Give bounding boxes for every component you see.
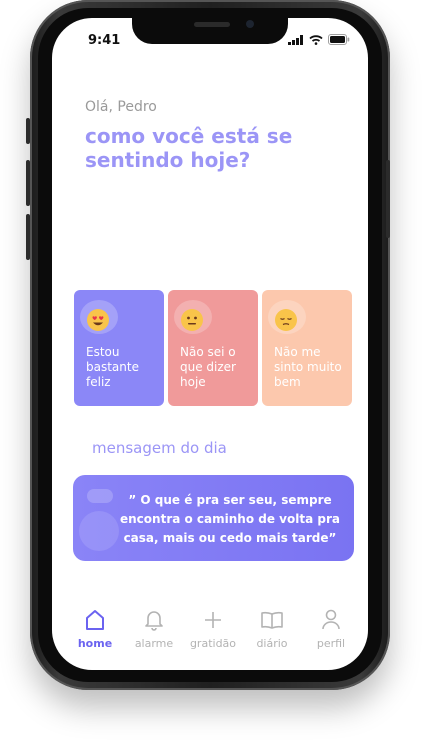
message-title: mensagem do dia [92,439,227,457]
volume-button [26,118,30,144]
nav-diario[interactable]: diário [243,608,301,650]
neutral-face-emoji-icon [181,309,203,331]
speaker-grille [194,22,230,27]
nav-gratidao[interactable]: gratidão [184,608,242,650]
user-icon [322,609,340,630]
nav-perfil[interactable]: perfil [302,608,360,650]
mood-card-sad[interactable]: Não me sinto muito bem [262,290,352,406]
greeting: Olá, Pedro [85,99,157,115]
wifi-icon [309,34,323,45]
status-time: 9:41 [88,33,121,48]
nav-label: home [77,637,113,650]
decorative-blob [79,511,119,551]
bottom-nav: home alarme gratidão diário perfil [52,608,368,658]
mood-label: Estou bastante feliz [86,345,139,389]
home-icon [86,610,104,630]
mood-card-happy[interactable]: Estou bastante feliz [74,290,164,406]
power-button [386,160,390,238]
message-text: ” O que é pra ser seu, sempre encontra o… [120,493,340,545]
book-icon [261,611,283,629]
nav-label: diário [256,637,288,650]
front-camera [246,20,254,28]
nav-label: gratidão [189,637,237,650]
decorative-blob [87,489,113,503]
nav-home[interactable]: home [66,608,124,650]
nav-label: perfil [316,637,346,650]
mood-label: Não me sinto muito bem [274,345,342,389]
signal-icon [288,34,303,45]
volume-button [26,160,30,206]
heart-eyes-emoji-icon [87,309,109,331]
page-title: como você está se sentindo hoje? [85,124,293,172]
mood-card-neutral[interactable]: Não sei o que dizer hoje [168,290,258,406]
pensive-face-emoji-icon [275,309,297,331]
plus-icon [205,612,221,628]
notch [132,18,288,44]
mood-label: Não sei o que dizer hoje [180,345,236,389]
message-card: ” O que é pra ser seu, sempre encontra o… [73,475,354,561]
status-icons [288,34,350,45]
nav-label: alarme [134,637,174,650]
battery-icon [328,34,350,45]
nav-alarme[interactable]: alarme [125,608,183,650]
screen: 9:41 Olá, Pedro como você está se sentin… [52,18,368,670]
bell-icon [145,611,163,631]
volume-button [26,214,30,260]
